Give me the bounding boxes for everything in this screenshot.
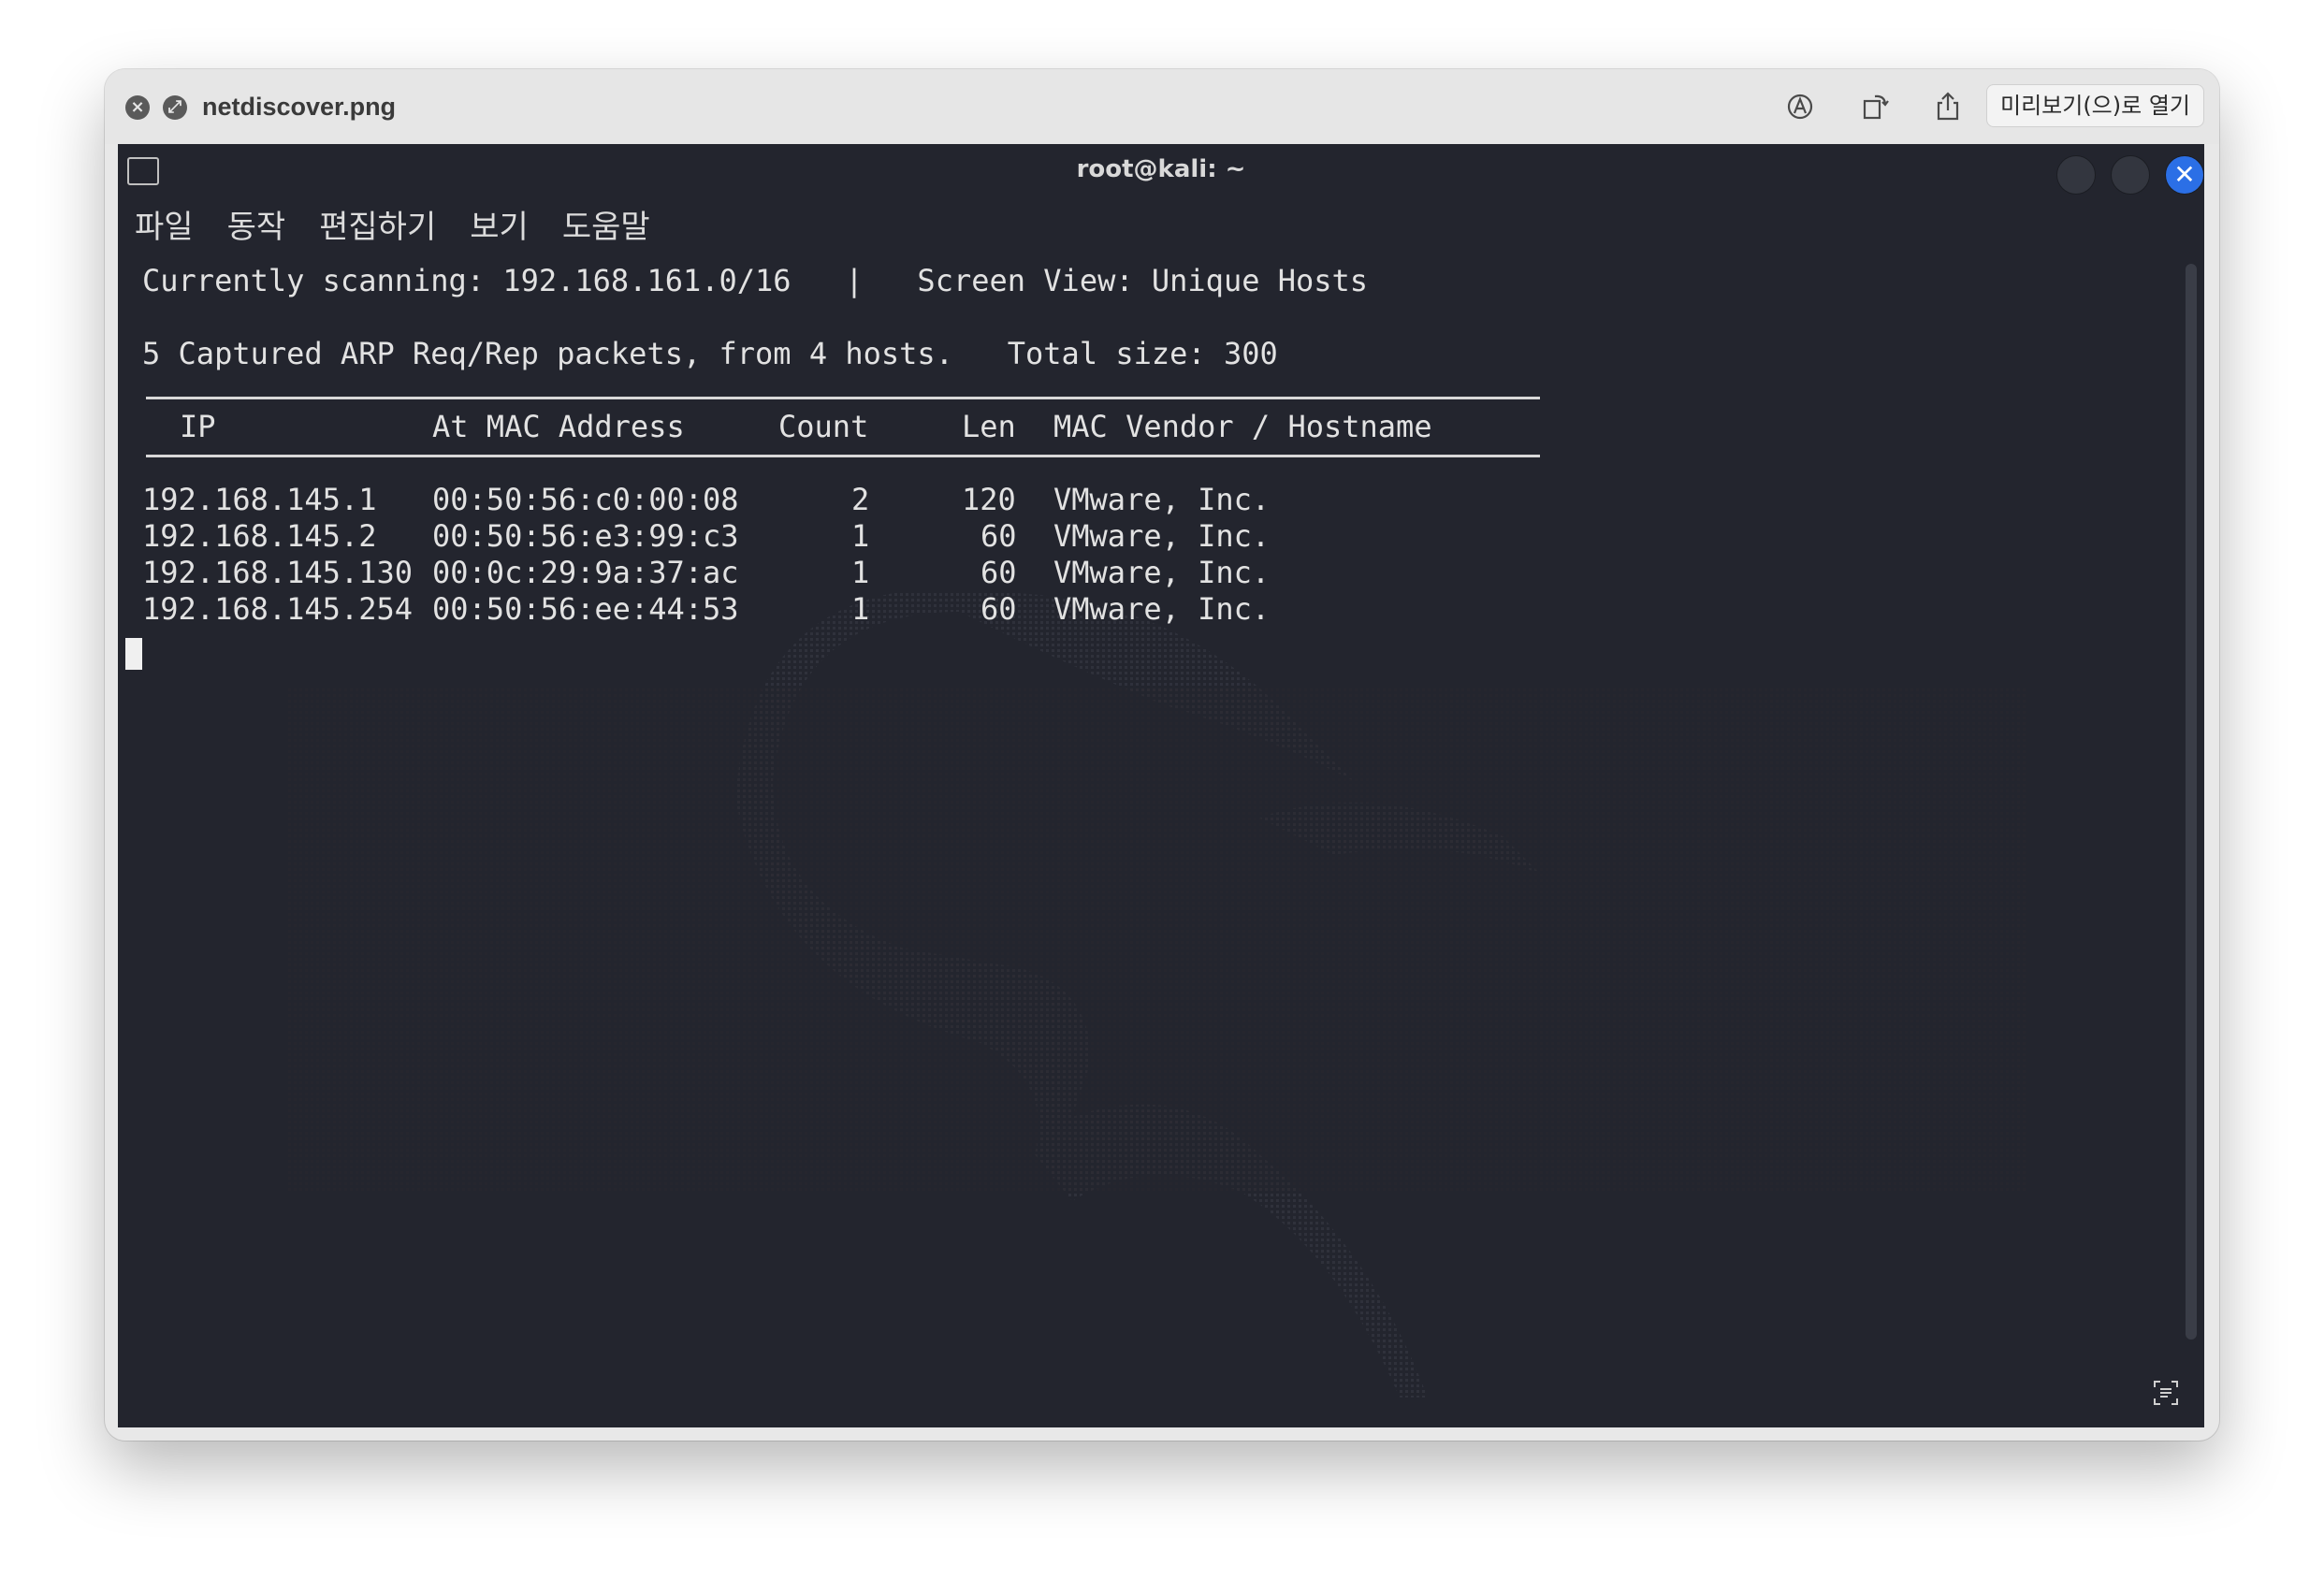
close-button[interactable]: ✕ (2165, 155, 2204, 195)
scan-status-line: Currently scanning: 192.168.161.0/16 | S… (142, 263, 1369, 298)
row-len: 60 (980, 518, 1017, 554)
menu-view[interactable]: 보기 (470, 206, 529, 249)
table-top-rule (146, 397, 1540, 399)
terminal-menubar: 파일 동작 편집하기 보기 도움말 (135, 206, 650, 249)
table-header: IP At MAC Address Count Len MAC Vendor /… (142, 408, 1546, 445)
row-count: 2 (851, 482, 870, 517)
table-row: 192.168.145.130 00:0c:29:9a:37:ac 1 60 V… (142, 554, 1546, 591)
row-len: 60 (980, 591, 1017, 627)
fullscreen-icon[interactable]: ⤢ (163, 95, 187, 120)
open-with-preview-button[interactable]: 미리보기(으)로 열기 (1986, 84, 2204, 127)
row-vendor: VMware, Inc. (1053, 591, 1271, 627)
row-mac: 00:0c:29:9a:37:ac (432, 555, 739, 590)
maximize-button[interactable] (2111, 155, 2150, 195)
minimize-button[interactable] (2056, 155, 2096, 195)
row-ip: 192.168.145.2 (142, 518, 377, 554)
terminal-titlebar: root@kali: ~ ✕ (118, 144, 2204, 200)
header-ip: IP (180, 409, 216, 444)
row-vendor: VMware, Inc. (1053, 555, 1271, 590)
row-count: 1 (851, 555, 870, 590)
row-count: 1 (851, 518, 870, 554)
share-icon[interactable] (1931, 90, 1965, 123)
row-ip: 192.168.145.130 (142, 555, 413, 590)
live-text-icon[interactable] (2152, 1379, 2180, 1407)
quicklook-window: × ⤢ netdiscover.png 미리보기(으)로 열기 root@kal… (105, 69, 2219, 1441)
header-vendor: MAC Vendor / Hostname (1053, 409, 1432, 444)
header-len: Len (962, 409, 1016, 444)
markup-icon[interactable] (1783, 90, 1817, 123)
table-row: 192.168.145.254 00:50:56:ee:44:53 1 60 V… (142, 590, 1546, 628)
file-name: netdiscover.png (202, 93, 397, 121)
row-count: 1 (851, 591, 870, 627)
row-vendor: VMware, Inc. (1053, 482, 1271, 517)
capture-summary-line: 5 Captured ARP Req/Rep packets, from 4 h… (142, 336, 1278, 371)
row-mac: 00:50:56:ee:44:53 (432, 591, 739, 627)
row-len: 120 (962, 482, 1016, 517)
menu-file[interactable]: 파일 (135, 206, 194, 249)
quicklook-titlebar: × ⤢ netdiscover.png 미리보기(으)로 열기 (105, 69, 2219, 144)
terminal-title: root@kali: ~ (1076, 155, 1246, 183)
terminal-window: root@kali: ~ ✕ 파일 동작 편집하기 보기 도움말 Current… (118, 144, 2204, 1427)
terminal-scrollbar[interactable] (2186, 264, 2197, 1340)
table-row: 192.168.145.2 00:50:56:e3:99:c3 1 60 VMw… (142, 517, 1546, 555)
menu-edit[interactable]: 편집하기 (319, 206, 436, 249)
table-row: 192.168.145.1 00:50:56:c0:00:08 2 120 VM… (142, 481, 1546, 518)
table-bottom-rule (146, 455, 1540, 457)
menu-actions[interactable]: 동작 (227, 206, 286, 249)
row-mac: 00:50:56:e3:99:c3 (432, 518, 739, 554)
row-mac: 00:50:56:c0:00:08 (432, 482, 739, 517)
row-ip: 192.168.145.1 (142, 482, 377, 517)
row-vendor: VMware, Inc. (1053, 518, 1271, 554)
header-count: Count (778, 409, 869, 444)
row-ip: 192.168.145.254 (142, 591, 413, 627)
row-len: 60 (980, 555, 1017, 590)
menu-help[interactable]: 도움말 (562, 206, 650, 249)
close-icon[interactable]: × (125, 95, 150, 120)
terminal-output[interactable]: Currently scanning: 192.168.161.0/16 | S… (142, 262, 1540, 795)
header-mac: At MAC Address (432, 409, 685, 444)
kali-dragon-watermark (286, 593, 2026, 1398)
rotate-icon[interactable] (1858, 90, 1892, 123)
text-cursor (125, 638, 142, 670)
